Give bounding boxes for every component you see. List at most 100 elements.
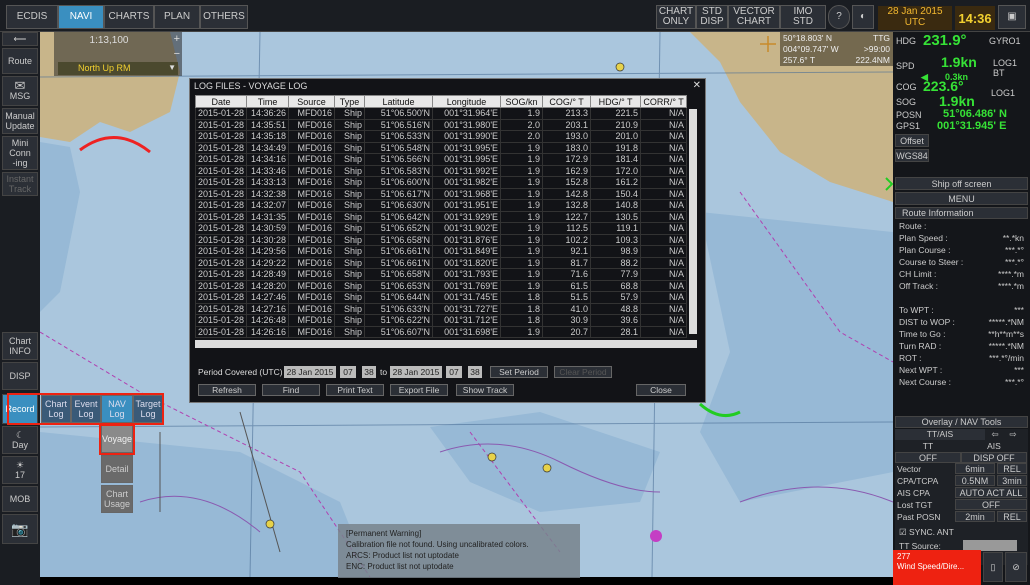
event-log-button[interactable]: Event Log <box>71 395 101 423</box>
chart-only-button[interactable]: CHART ONLY <box>656 5 696 29</box>
vector-chart-button[interactable]: VECTOR CHART <box>728 5 780 29</box>
alarm-box[interactable]: 277 Wind Speed/Dire... <box>893 550 981 585</box>
column-header[interactable]: Source <box>288 95 336 108</box>
close-button[interactable]: Close <box>636 384 686 396</box>
brilliance-button[interactable]: ☀ 17 <box>2 456 38 484</box>
column-header[interactable]: SOG/kn <box>500 95 544 108</box>
past-posn-value[interactable]: 2min <box>955 511 995 522</box>
column-header[interactable]: Time <box>246 95 290 108</box>
mob-button[interactable]: MOB <box>2 486 38 512</box>
close-icon[interactable]: ✕ <box>693 80 701 91</box>
ais-cpa-value[interactable]: AUTO ACT ALL <box>955 487 1027 498</box>
table-row[interactable]: 2015-01-28 14:35:51 MFD016 Ship 51°06.516'N 0… <box>194 118 688 131</box>
offset-button[interactable]: Offset <box>895 134 929 147</box>
tt-ais-header[interactable]: TT/AIS <box>895 429 985 440</box>
column-header[interactable]: Type <box>334 95 366 108</box>
mini-conning-button[interactable]: Mini Conn -ing <box>2 136 38 170</box>
manual-update-button[interactable]: Manual Update <box>2 108 38 134</box>
print-text-button[interactable]: Print Text <box>326 384 384 396</box>
ecdis-button[interactable]: ECDIS <box>6 5 58 29</box>
table-row[interactable]: 2015-01-28 14:30:59 MFD016 Ship 51°06.652'N 0… <box>194 222 688 235</box>
column-header[interactable]: Latitude <box>364 95 434 108</box>
table-row[interactable]: 2015-01-28 14:29:22 MFD016 Ship 51°06.661'N 0… <box>194 256 688 269</box>
zoom-in-icon[interactable]: + <box>174 33 180 45</box>
disp-button[interactable]: DISP <box>2 362 38 390</box>
from-date-field[interactable]: 28 Jan 2015 <box>284 366 336 378</box>
to-hour-field[interactable]: 07 <box>446 366 462 378</box>
tab-plan[interactable]: PLAN <box>154 5 200 29</box>
orientation-mode[interactable]: North Up RM <box>58 62 178 75</box>
detail-button[interactable]: Detail <box>101 455 133 483</box>
record-button[interactable]: Record <box>2 394 38 424</box>
table-row[interactable]: 2015-01-28 14:26:16 MFD016 Ship 51°06.607'N 0… <box>194 325 688 338</box>
ais-disp-off-button[interactable]: DISP OFF <box>961 452 1027 463</box>
tab-charts[interactable]: CHARTS <box>104 5 154 29</box>
past-posn-mode[interactable]: REL <box>997 511 1027 522</box>
monitor-icon[interactable]: ▣ <box>998 5 1026 29</box>
table-row[interactable]: 2015-01-28 14:34:49 MFD016 Ship 51°06.548'N 0… <box>194 141 688 154</box>
to-date-field[interactable]: 28 Jan 2015 <box>390 366 442 378</box>
tab-others[interactable]: OTHERS <box>200 5 248 29</box>
lost-tgt-value[interactable]: OFF <box>955 499 1027 510</box>
datum-button[interactable]: WGS84 <box>895 149 929 162</box>
chart-usage-button[interactable]: Chart Usage <box>101 485 133 513</box>
chart-info-button[interactable]: Chart INFO <box>2 332 38 360</box>
target-log-button[interactable]: Target Log <box>133 395 163 423</box>
arrow-left-icon[interactable]: ⇦ <box>987 429 1003 440</box>
table-row[interactable]: 2015-01-28 14:28:20 MFD016 Ship 51°06.653'N 0… <box>194 279 688 292</box>
show-track-button[interactable]: Show Track <box>456 384 514 396</box>
vector-mode[interactable]: REL <box>997 463 1027 474</box>
tab-navi[interactable]: NAVI <box>58 5 104 29</box>
find-button[interactable]: Find <box>262 384 320 396</box>
table-row[interactable]: 2015-01-28 14:26:48 MFD016 Ship 51°06.622'N 0… <box>194 314 688 327</box>
ship-off-screen-button[interactable]: Ship off screen <box>895 177 1028 190</box>
route-button[interactable]: Route <box>2 48 38 74</box>
refresh-button[interactable]: Refresh <box>198 384 256 396</box>
brightness-icon[interactable]: ◐ <box>852 5 874 29</box>
column-header[interactable]: CORR/° T <box>640 95 688 108</box>
clear-period-button[interactable]: Clear Period <box>554 366 612 378</box>
table-row[interactable]: 2015-01-28 14:27:46 MFD016 Ship 51°06.644'N 0… <box>194 291 688 304</box>
cpa-value[interactable]: 0.5NM <box>955 475 995 486</box>
from-minute-field[interactable]: 38 <box>362 366 376 378</box>
nav-log-button[interactable]: NAV Log <box>101 395 133 423</box>
set-period-button[interactable]: Set Period <box>490 366 548 378</box>
table-row[interactable]: 2015-01-28 14:35:18 MFD016 Ship 51°06.533'N 0… <box>194 130 688 143</box>
arrow-right-icon[interactable]: ⇨ <box>1005 429 1021 440</box>
export-file-button[interactable]: Export File <box>390 384 448 396</box>
vector-value[interactable]: 6min <box>955 463 995 474</box>
column-header[interactable]: Date <box>194 95 248 108</box>
table-row[interactable]: 2015-01-28 14:31:35 MFD016 Ship 51°06.642'N 0… <box>194 210 688 223</box>
table-row[interactable]: 2015-01-28 14:33:13 MFD016 Ship 51°06.600'N 0… <box>194 176 688 189</box>
instant-track-button[interactable]: Instant Track <box>2 172 38 196</box>
menu-button[interactable]: MENU <box>895 192 1028 205</box>
column-header[interactable]: HDG/° T <box>590 95 642 108</box>
from-hour-field[interactable]: 07 <box>340 366 356 378</box>
imo-std-button[interactable]: IMO STD <box>780 5 826 29</box>
vertical-scrollbar[interactable] <box>689 109 697 334</box>
zoom-out-icon[interactable]: − <box>174 48 180 60</box>
camera-icon[interactable]: 📷 <box>2 514 38 544</box>
table-row[interactable]: 2015-01-28 14:27:16 MFD016 Ship 51°06.633'N 0… <box>194 302 688 315</box>
overlay-nav-tools-header[interactable]: Overlay / NAV Tools <box>895 416 1028 428</box>
tcpa-value[interactable]: 3min <box>997 475 1027 486</box>
std-disp-button[interactable]: STD DISP <box>696 5 728 29</box>
table-row[interactable]: 2015-01-28 14:34:16 MFD016 Ship 51°06.566'N 0… <box>194 153 688 166</box>
tt-off-button[interactable]: OFF <box>895 452 961 463</box>
msg-button[interactable]: ✉ MSG <box>2 76 38 106</box>
column-header[interactable]: COG/° T <box>542 95 592 108</box>
horizontal-scrollbar[interactable] <box>195 340 697 348</box>
voyage-button[interactable]: Voyage <box>101 425 133 453</box>
table-row[interactable]: 2015-01-28 14:33:46 MFD016 Ship 51°06.583'N 0… <box>194 164 688 177</box>
day-button[interactable]: ☾ Day <box>2 426 38 454</box>
table-row[interactable]: 2015-01-28 14:32:07 MFD016 Ship 51°06.630'N 0… <box>194 199 688 212</box>
chevron-down-icon[interactable]: ▼ <box>168 63 176 72</box>
column-header[interactable]: Longitude <box>432 95 502 108</box>
back-arrow-icon[interactable]: ⟵ <box>2 32 38 46</box>
table-row[interactable]: 2015-01-28 14:29:56 MFD016 Ship 51°06.661'N 0… <box>194 245 688 258</box>
table-row[interactable]: 2015-01-28 14:32:38 MFD016 Ship 51°06.617'N 0… <box>194 187 688 200</box>
sync-ant-checkbox[interactable]: ☑ SYNC. ANT <box>899 527 954 538</box>
help-icon[interactable]: ? <box>828 5 850 29</box>
table-row[interactable]: 2015-01-28 14:36:26 MFD016 Ship 51°06.500'N 0… <box>194 107 688 120</box>
alarm-silence-icon[interactable]: ⊘ <box>1005 552 1027 582</box>
